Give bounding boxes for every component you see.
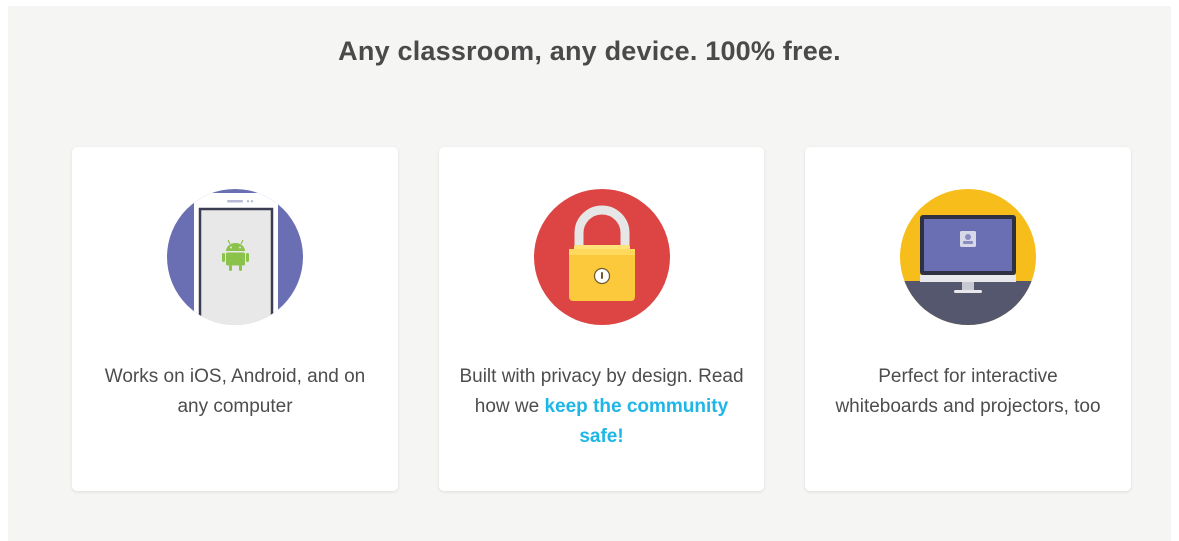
feature-card-devices: Works on iOS, Android, and on any comput… bbox=[72, 147, 398, 491]
feature-text-privacy: Built with privacy by design. Read how w… bbox=[459, 362, 744, 452]
feature-card-whiteboards: Perfect for interactive whiteboards and … bbox=[805, 147, 1131, 491]
feature-card-privacy: Built with privacy by design. Read how w… bbox=[439, 147, 764, 491]
monitor-icon bbox=[900, 189, 1036, 325]
android-phone-icon bbox=[167, 189, 303, 325]
padlock-icon bbox=[533, 189, 670, 325]
feature-text-devices: Works on iOS, Android, and on any comput… bbox=[104, 366, 366, 417]
feature-text-whiteboards: Perfect for interactive whiteboards and … bbox=[835, 366, 1101, 417]
section-headline: Any classroom, any device. 100% free. bbox=[338, 36, 841, 66]
keep-community-safe-link[interactable]: keep the community safe! bbox=[544, 396, 728, 447]
features-section: Any classroom, any device. 100% free. Wo… bbox=[8, 6, 1171, 541]
